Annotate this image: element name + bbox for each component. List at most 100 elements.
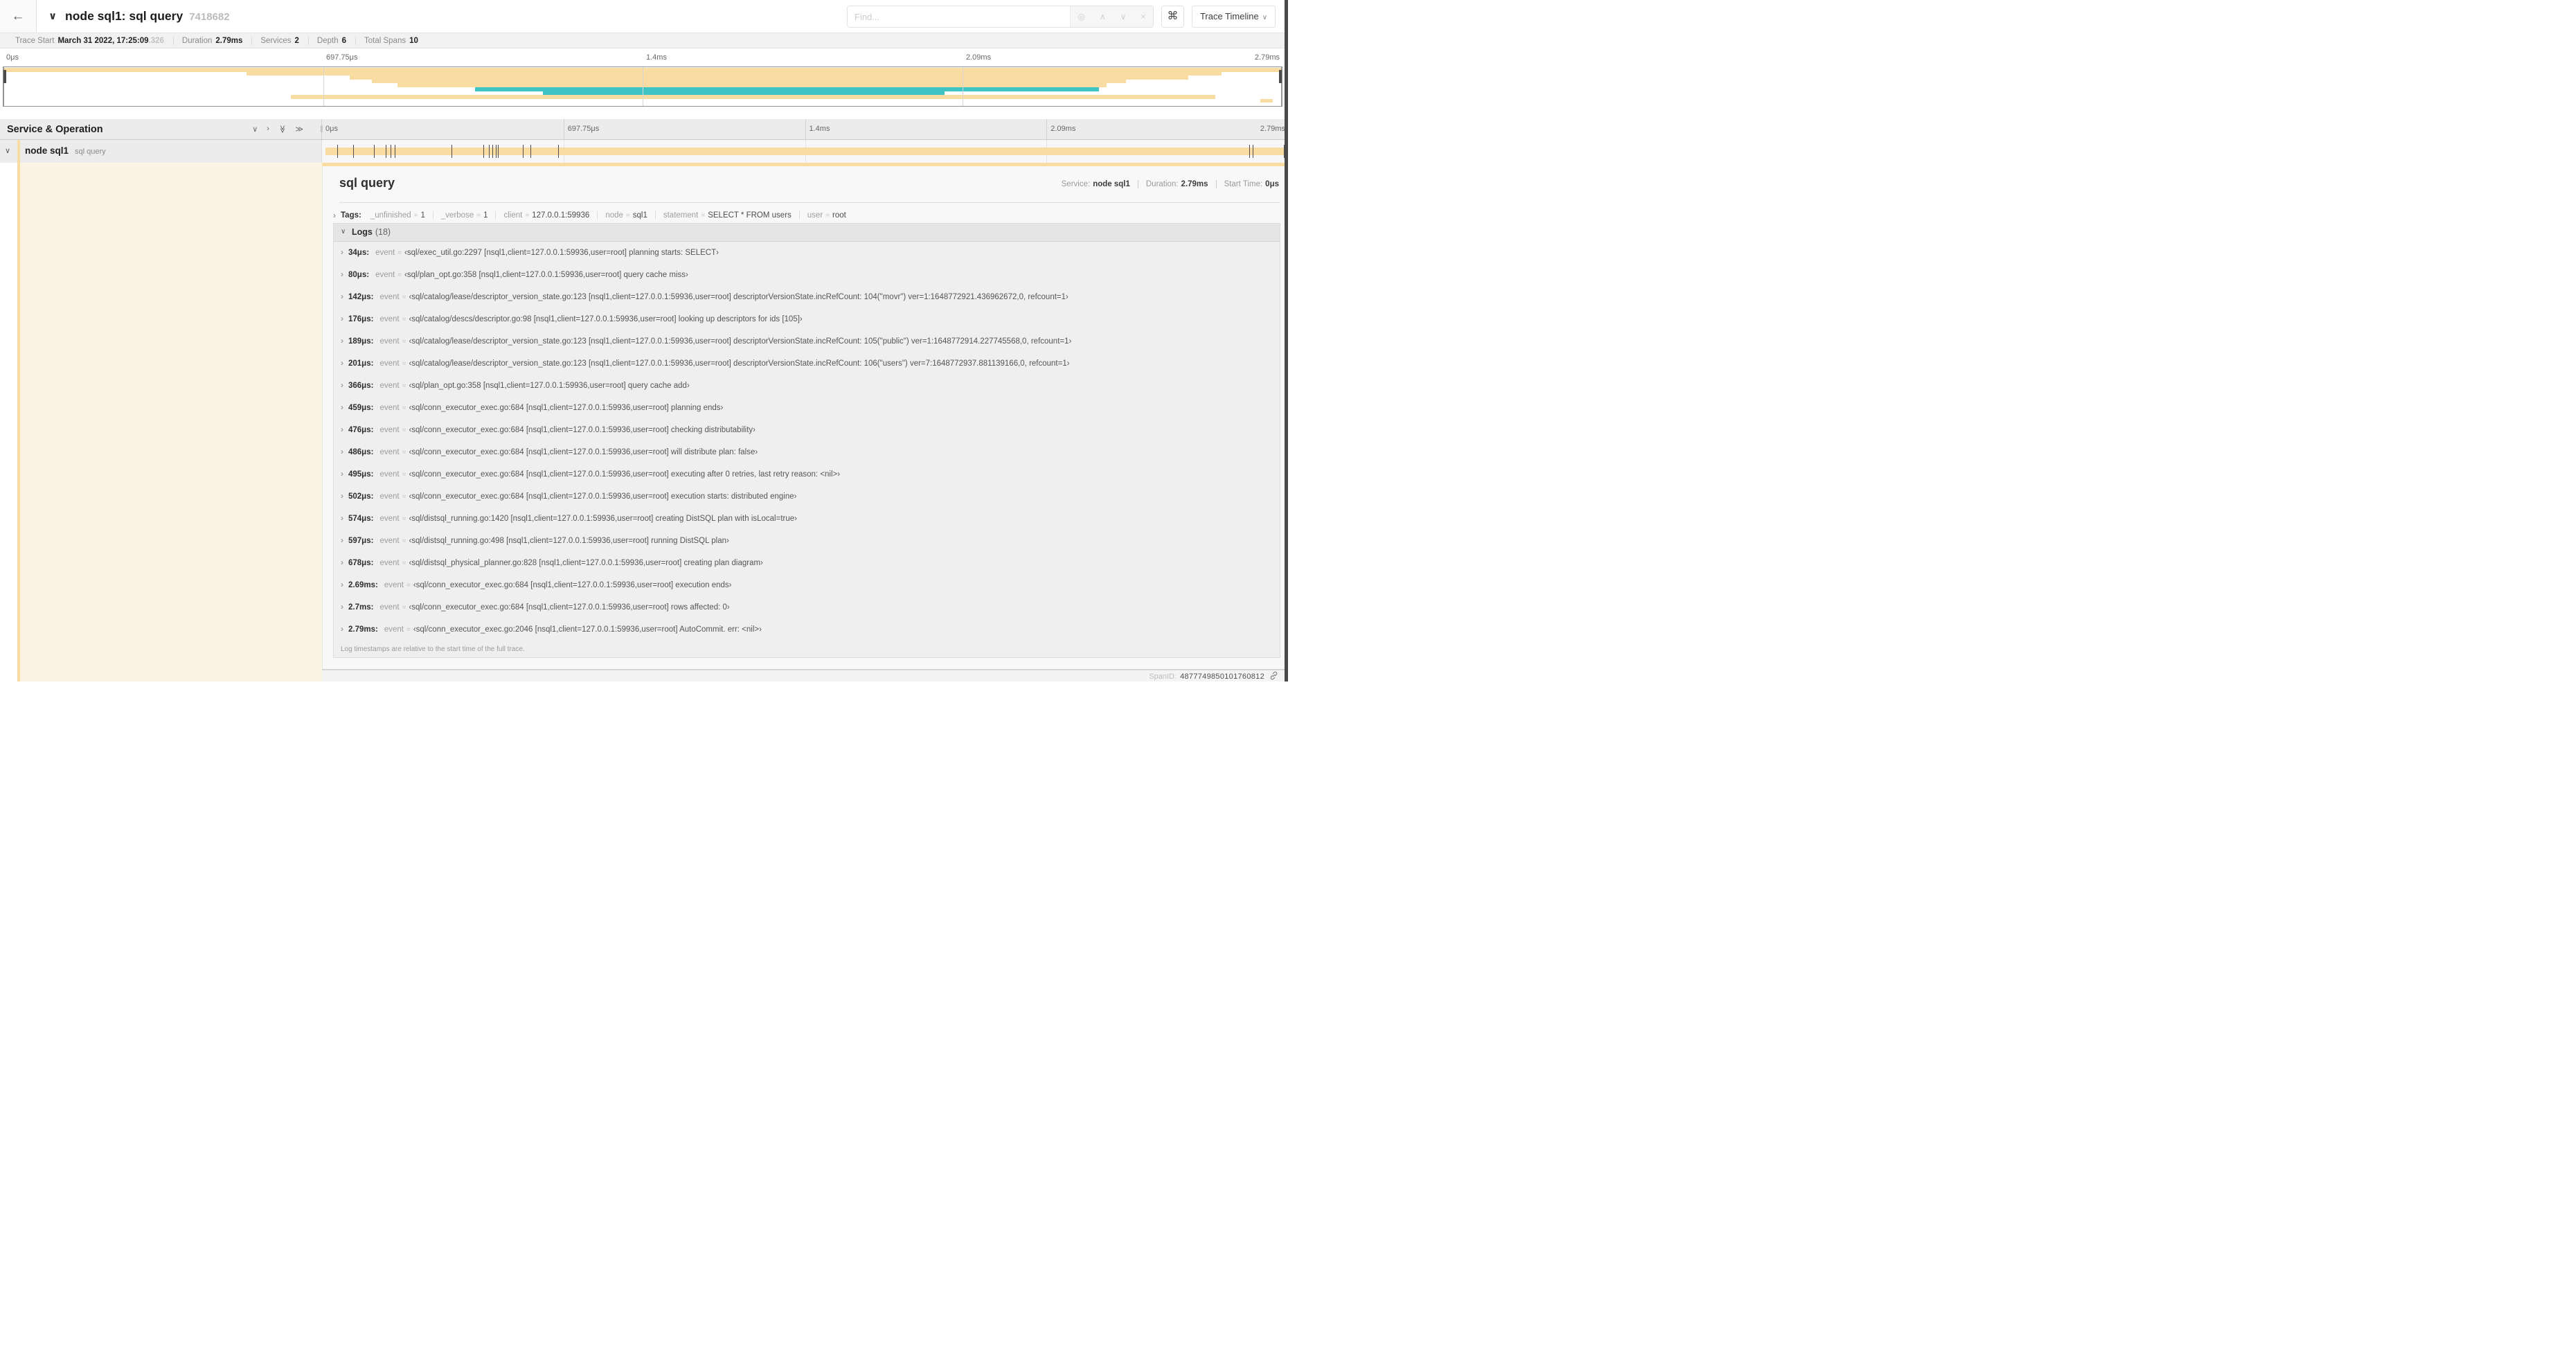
meta-value: 2 [294,36,299,45]
log-timestamp: 574μs: [348,515,374,523]
span-operation-name: sql query [75,148,106,156]
expand-all-icon[interactable]: ≫ [295,125,303,134]
log-marker [483,145,484,158]
link-icon[interactable] [1269,671,1278,682]
log-field-name: event [379,382,400,390]
log-marker [522,145,524,158]
minimap-right-scrubber[interactable] [1279,67,1282,106]
back-button[interactable]: ← [0,0,37,33]
span-duration-bar[interactable] [325,145,1285,158]
minimap-axis-label: 697.75μs [326,53,358,62]
log-row[interactable]: › 201μs: event = ‹sql/catalog/lease/descript… [334,358,1280,380]
logs-section-toggle[interactable]: ∨ Logs (18) [334,224,1280,242]
chevron-right-icon: › [341,513,343,523]
log-row[interactable]: › 476μs: event = ‹sql/conn_executor_exec.go:… [334,425,1280,447]
tags-list: _unfinished = 1 _verbose = 1 client = 127.0.0.1:… [363,211,854,220]
log-timestamp: 366μs: [348,382,374,390]
chevron-right-icon: › [341,358,343,368]
tags-label: Tags: [341,211,361,220]
chevron-right-icon: › [341,469,343,479]
tag-value: sql1 [632,211,647,220]
span-id-label: SpanID: [1149,672,1177,681]
tag-value: 1 [483,211,488,220]
tag-key: client [503,211,523,220]
keyboard-shortcuts-button[interactable]: ⌘ [1161,6,1184,28]
log-value: ‹sql/catalog/lease/descriptor_version_st… [409,337,1072,346]
log-row[interactable]: › 34μs: event = ‹sql/exec_util.go:2297 [nsql… [334,247,1280,269]
log-value: ‹sql/catalog/lease/descriptor_version_st… [409,293,1068,301]
focus-icon[interactable]: ◎ [1077,12,1084,21]
log-row[interactable]: › 2.69ms: event = ‹sql/conn_executor_exec.go… [334,580,1280,602]
span-row[interactable]: ∨ node sql1 sql query [0,140,1288,163]
log-timestamp: 2.69ms: [348,581,378,589]
equals-sign: = [402,316,406,323]
log-value: ‹sql/distsql_running.go:1420 [nsql1,clie… [409,515,797,523]
chevron-right-icon: › [341,580,343,589]
detail-meta-value: node sql1 [1093,180,1130,188]
next-match-icon[interactable]: ∨ [1120,12,1127,21]
meta-label: Total Spans [364,36,406,45]
prev-match-icon[interactable]: ∧ [1100,12,1106,21]
minimap-gridline [323,67,324,106]
collapse-all-icon[interactable]: ≫ [278,125,287,134]
column-header-label: 2.79ms [1260,125,1285,133]
log-field-name: event [379,293,400,301]
chevron-right-icon: › [341,402,343,412]
log-timestamp: 34μs: [348,249,370,257]
log-row[interactable]: › 459μs: event = ‹sql/conn_executor_exec.go:… [334,402,1280,425]
minimap-axis-label: 0μs [6,53,19,62]
find-input[interactable] [848,6,1070,27]
log-marker [451,145,452,158]
log-value: ‹sql/catalog/descs/descriptor.go:98 [nsq… [409,315,803,323]
tags-section-toggle[interactable]: › Tags: _unfinished = 1 _verbose = 1 client = 12… [333,208,1280,223]
minimap-left-scrubber[interactable] [3,67,6,106]
log-field-name: event [379,537,400,545]
log-value: ‹sql/conn_executor_exec.go:684 [nsql1,cl… [409,492,797,501]
collapse-one-icon[interactable]: ∨ [252,125,258,134]
log-field-name: event [379,492,400,501]
minimap-axis-label: 2.09ms [966,53,992,62]
service-operation-label: Service & Operation [7,124,103,135]
log-row[interactable]: › 366μs: event = ‹sql/plan_opt.go:358 [nsql1… [334,380,1280,402]
log-row[interactable]: › 176μs: event = ‹sql/catalog/descs/descript… [334,314,1280,336]
log-marker [337,145,338,158]
log-marker [492,145,494,158]
expand-one-icon[interactable]: › [267,125,269,134]
log-timestamp: 495μs: [348,470,374,479]
log-row[interactable]: › 502μs: event = ‹sql/conn_executor_exec.go:… [334,491,1280,513]
view-options-button[interactable]: Trace Timeline ∨ [1192,6,1276,28]
log-row[interactable]: › 2.7ms: event = ‹sql/conn_executor_exec.go:… [334,602,1280,624]
span-bar-cell[interactable] [322,140,1288,163]
log-row[interactable]: › 495μs: event = ‹sql/conn_executor_exec.go:… [334,469,1280,491]
service-operation-header: Service & Operation ∨ › ≫ ≫ ∥ [0,119,323,139]
chevron-right-icon: › [333,211,336,220]
equals-sign: = [402,471,406,479]
page-scrollbar[interactable] [1285,0,1288,682]
log-row[interactable]: › 80μs: event = ‹sql/plan_opt.go:358 [nsql1,… [334,269,1280,292]
log-row[interactable]: › 597μs: event = ‹sql/distsql_running.go:498… [334,535,1280,558]
column-header-label: 2.09ms [1046,119,1075,140]
log-row[interactable]: › 574μs: event = ‹sql/distsql_running.go:142… [334,513,1280,535]
tag-item: user = root [798,211,854,220]
log-field-name: event [379,337,400,346]
trace-collapse-chevron-icon[interactable]: ∨ [48,10,57,22]
span-name-cell[interactable]: ∨ node sql1 sql query [0,140,322,163]
clear-icon[interactable]: × [1141,12,1145,21]
chevron-down-icon[interactable]: ∨ [5,146,10,155]
find-box: ◎ ∧ ∨ × [847,6,1154,28]
minimap-span-bar [1260,98,1273,103]
trace-minimap[interactable] [3,66,1282,107]
log-value: ‹sql/catalog/lease/descriptor_version_st… [409,359,1070,368]
chevron-right-icon: › [341,624,343,634]
log-marker [530,145,532,158]
log-row[interactable]: › 2.79ms: event = ‹sql/conn_executor_exec.go… [334,624,1280,641]
log-row[interactable]: › 189μs: event = ‹sql/catalog/lease/descript… [334,336,1280,358]
log-row[interactable]: › 678μs: event = ‹sql/distsql_physical_plann… [334,558,1280,580]
equals-sign: = [825,212,830,220]
chevron-right-icon: › [341,314,343,323]
log-row[interactable]: › 486μs: event = ‹sql/conn_executor_exec.go:… [334,447,1280,469]
tag-item: statement = SELECT * FROM users [654,211,799,220]
chevron-right-icon: › [341,602,343,612]
log-timestamp: 486μs: [348,448,374,456]
log-row[interactable]: › 142μs: event = ‹sql/catalog/lease/descript… [334,292,1280,314]
